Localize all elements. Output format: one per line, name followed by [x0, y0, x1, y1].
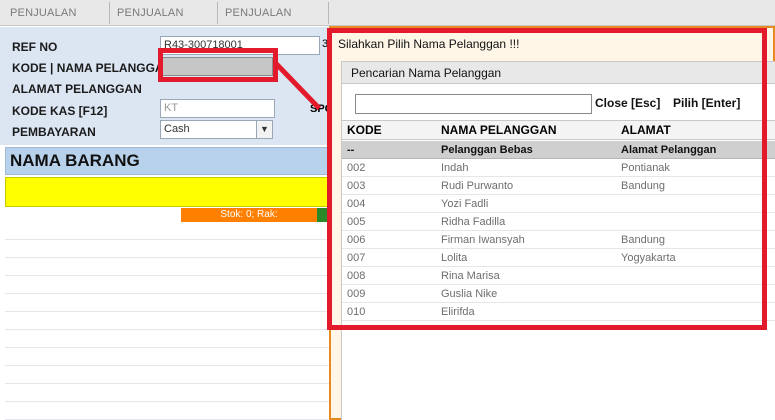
ref-no-label: REF NO	[12, 40, 58, 54]
cash-code-field[interactable]: KT	[160, 99, 275, 118]
item-name-header: NAMA BARANG	[5, 147, 335, 175]
chevron-down-icon[interactable]: ▼	[256, 121, 272, 138]
payment-select[interactable]: Cash ▼	[160, 120, 273, 139]
item-input-row[interactable]	[5, 177, 335, 207]
cash-code-label: KODE KAS [F12]	[12, 104, 108, 118]
customer-address-label: ALAMAT PELANGGAN	[12, 82, 142, 96]
annotation-box-customer-field	[158, 48, 278, 82]
sales-tab-bar: PENJUALAN TOKO PENJUALAN PARTAI PENJUALA…	[0, 0, 775, 41]
payment-select-value: Cash	[164, 123, 190, 135]
annotation-box-dialog	[327, 28, 767, 330]
tab-penjualan-partai[interactable]: PENJUALAN PARTAI	[111, 2, 218, 41]
stock-info-badge: Stok: 0; Rak:	[181, 208, 317, 222]
tab-penjualan-toko[interactable]: PENJUALAN TOKO	[4, 2, 110, 41]
tab-penjualan-cabang[interactable]: PENJUALAN CABANG	[219, 2, 329, 41]
customer-label: KODE | NAMA PELANGGAN	[12, 61, 173, 75]
payment-label: PEMBAYARAN	[12, 125, 96, 139]
sales-form: REF NO R43-300718001 3 KODE | NAMA PELAN…	[0, 27, 335, 145]
items-grid	[5, 222, 330, 420]
stock-indicator	[317, 208, 327, 222]
